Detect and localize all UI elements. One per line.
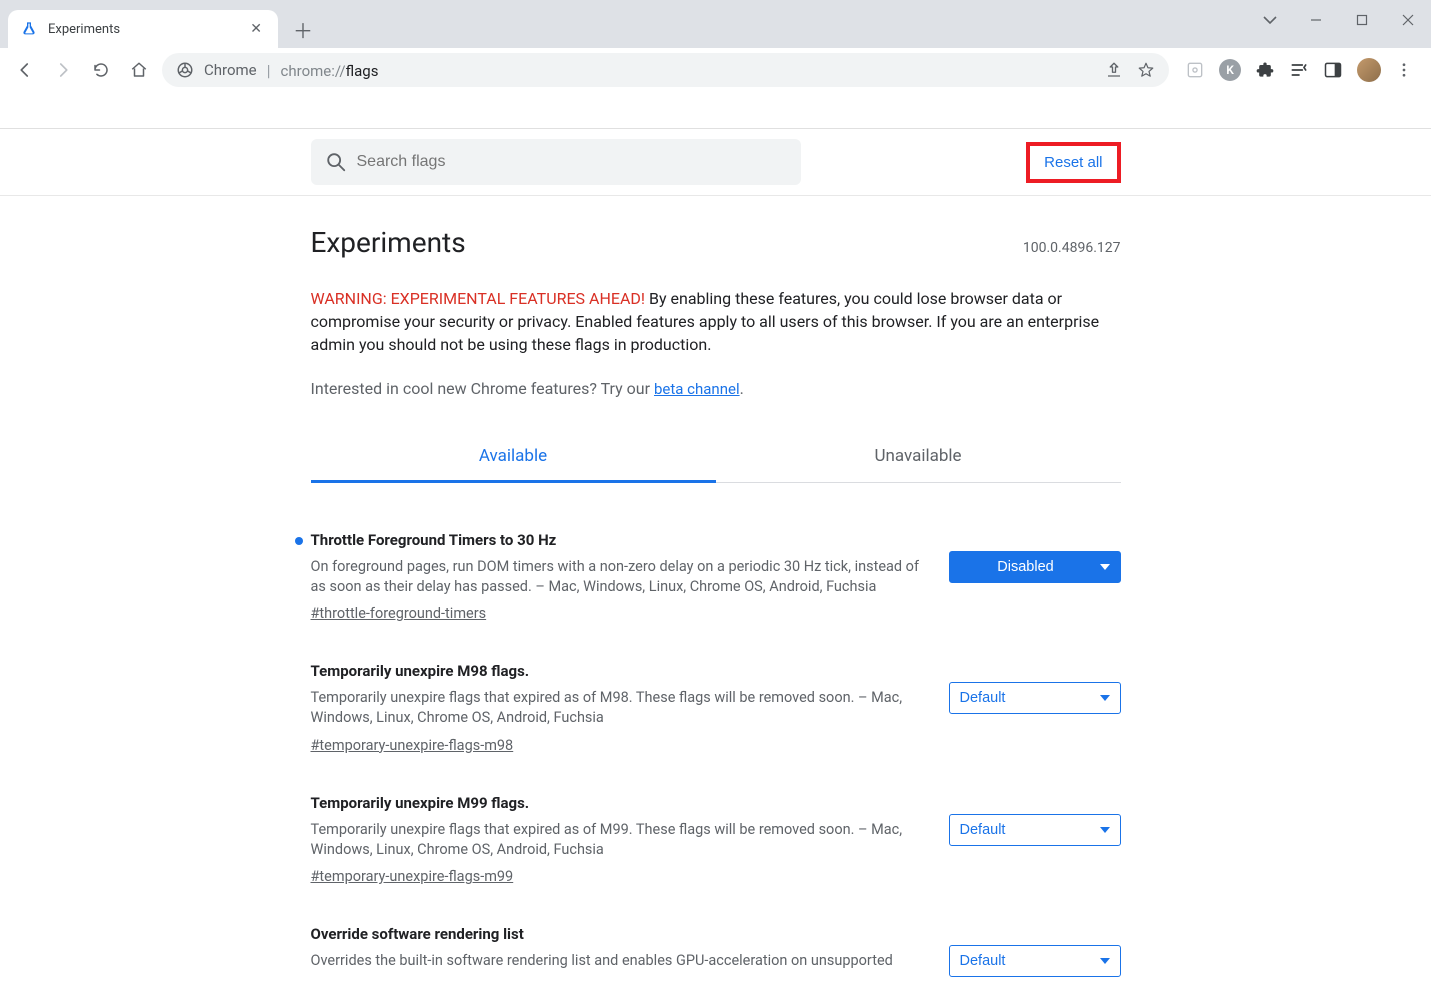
profile-avatar[interactable] <box>1357 58 1381 82</box>
flag-title: Temporarily unexpire M98 flags. <box>311 662 929 680</box>
flag-row: Temporarily unexpire M99 flags. Temporari… <box>311 786 1121 918</box>
flag-description: Temporarily unexpire flags that expired … <box>311 820 929 861</box>
flag-state-select[interactable]: Default <box>949 682 1121 714</box>
flag-row: Temporarily unexpire M98 flags. Temporari… <box>311 654 1121 786</box>
flag-row: Throttle Foreground Timers to 30 Hz On fo… <box>311 523 1121 655</box>
flag-description: On foreground pages, run DOM timers with… <box>311 557 929 598</box>
extension-icon-k[interactable]: K <box>1219 59 1241 81</box>
warning-heading: WARNING: EXPERIMENTAL FEATURES AHEAD! <box>311 289 646 308</box>
omnibox-url-scheme: chrome:// <box>281 62 346 80</box>
flag-state-select[interactable]: Default <box>949 814 1121 846</box>
flag-state-select[interactable]: Disabled <box>949 551 1121 583</box>
browser-tab-strip: Experiments ✕ ＋ <box>0 0 1431 48</box>
extensions-puzzle-icon[interactable] <box>1255 60 1275 80</box>
chrome-version: 100.0.4896.127 <box>1023 240 1121 256</box>
address-bar[interactable]: Chrome | chrome://flags <box>162 53 1169 87</box>
window-minimize-button[interactable] <box>1293 0 1339 40</box>
window-maximize-button[interactable] <box>1339 0 1385 40</box>
omnibox-separator: | <box>267 61 271 80</box>
tab-available[interactable]: Available <box>311 432 716 483</box>
browser-toolbar: Chrome | chrome://flags K <box>0 48 1431 92</box>
window-controls <box>1247 0 1431 40</box>
search-flags-input[interactable] <box>357 153 787 171</box>
toolbar-extensions: K <box>1177 58 1421 82</box>
flags-tabs: Available Unavailable <box>311 432 1121 483</box>
flag-anchor-link[interactable]: #throttle-foreground-timers <box>311 605 487 622</box>
forward-button[interactable] <box>48 55 78 85</box>
flag-row: Override software rendering list Override… <box>311 917 1121 987</box>
beta-channel-line: Interested in cool new Chrome features? … <box>311 379 1121 398</box>
flags-search-row: Reset all <box>0 129 1431 196</box>
flag-anchor-link[interactable]: #temporary-unexpire-flags-m99 <box>311 868 514 885</box>
flag-description: Temporarily unexpire flags that expired … <box>311 688 929 729</box>
beta-channel-link[interactable]: beta channel <box>654 380 740 398</box>
browser-tab[interactable]: Experiments ✕ <box>8 10 278 48</box>
flags-content: Experiments 100.0.4896.127 WARNING: EXPE… <box>311 226 1121 987</box>
extension-icon-1[interactable] <box>1185 60 1205 80</box>
search-icon <box>325 151 347 173</box>
home-button[interactable] <box>124 55 154 85</box>
page-heading-row: Experiments 100.0.4896.127 <box>311 226 1121 259</box>
flags-list: Throttle Foreground Timers to 30 Hz On fo… <box>311 523 1121 987</box>
browser-tab-title: Experiments <box>48 22 246 37</box>
flag-title: Override software rendering list <box>311 925 929 943</box>
flag-title: Throttle Foreground Timers to 30 Hz <box>311 531 929 549</box>
page-title: Experiments <box>311 226 466 259</box>
flag-description: Overrides the built-in software renderin… <box>311 951 929 971</box>
flag-title: Temporarily unexpire M99 flags. <box>311 794 929 812</box>
beta-period: . <box>740 379 744 398</box>
tab-search-icon[interactable] <box>1247 0 1293 40</box>
chrome-menu-icon[interactable] <box>1395 61 1413 79</box>
flask-icon <box>20 20 38 38</box>
reset-all-button[interactable]: Reset all <box>1026 142 1120 183</box>
site-chrome-icon <box>176 61 194 79</box>
flag-anchor-link[interactable]: #temporary-unexpire-flags-m98 <box>311 737 514 754</box>
reload-button[interactable] <box>86 55 116 85</box>
reading-list-icon[interactable] <box>1289 60 1309 80</box>
side-panel-icon[interactable] <box>1323 60 1343 80</box>
back-button[interactable] <box>10 55 40 85</box>
tab-unavailable[interactable]: Unavailable <box>716 432 1121 482</box>
warning-text: WARNING: EXPERIMENTAL FEATURES AHEAD! By… <box>311 287 1121 357</box>
omnibox-site-label: Chrome <box>204 61 257 79</box>
flag-state-select[interactable]: Default <box>949 945 1121 977</box>
omnibox-url-path: flags <box>346 62 379 80</box>
page-scroll-area[interactable]: Reset all Experiments 100.0.4896.127 WAR… <box>0 128 1431 987</box>
new-tab-button[interactable]: ＋ <box>288 14 318 44</box>
bookmark-star-icon[interactable] <box>1137 61 1155 79</box>
share-icon[interactable] <box>1105 61 1123 79</box>
tab-close-icon[interactable]: ✕ <box>246 17 266 41</box>
search-flags-box[interactable] <box>311 139 801 185</box>
beta-intro: Interested in cool new Chrome features? … <box>311 379 654 398</box>
window-close-button[interactable] <box>1385 0 1431 40</box>
